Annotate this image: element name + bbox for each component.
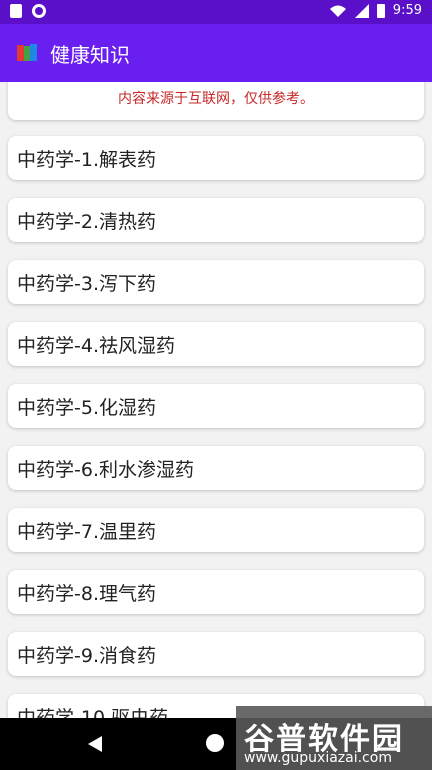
wifi-icon xyxy=(329,5,346,17)
home-button[interactable] xyxy=(206,734,224,752)
app-title: 健康知识 xyxy=(50,42,130,67)
list-item-7[interactable]: 中药学-7.温里药 xyxy=(8,508,424,552)
list-item-1[interactable]: 中药学-1.解表药 xyxy=(8,136,424,180)
list-item-label: 中药学-6.利水渗湿药 xyxy=(17,458,194,481)
list-item-label: 中药学-2.清热药 xyxy=(17,210,156,233)
book-icon xyxy=(17,44,37,61)
list-item-label: 中药学-9.消食药 xyxy=(17,644,156,667)
content-list[interactable]: 内容来源于互联网，仅供参考。 中药学-1.解表药 中药学-2.清热药 中药学-3… xyxy=(0,82,432,718)
source-notice: 内容来源于互联网，仅供参考。 xyxy=(118,91,314,107)
sd-card-icon xyxy=(10,4,22,18)
status-bar: 9:59 xyxy=(0,0,432,24)
watermark: 谷普软件园 www.gupuxiazai.com xyxy=(236,706,432,770)
list-item-2[interactable]: 中药学-2.清热药 xyxy=(8,198,424,242)
sync-icon xyxy=(32,4,46,18)
list-item-5[interactable]: 中药学-5.化湿药 xyxy=(8,384,424,428)
list-item-label: 中药学-8.理气药 xyxy=(17,582,156,605)
list-item-3[interactable]: 中药学-3.泻下药 xyxy=(8,260,424,304)
status-right: 9:59 xyxy=(329,3,422,18)
battery-icon xyxy=(376,3,385,18)
list-item-label: 中药学-4.祛风湿药 xyxy=(17,334,175,357)
list-item-label: 中药学-10.驱虫药 xyxy=(17,706,169,719)
list-item-8[interactable]: 中药学-8.理气药 xyxy=(8,570,424,614)
list-item-label: 中药学-1.解表药 xyxy=(17,148,156,171)
signal-icon xyxy=(354,3,369,18)
list-item-4[interactable]: 中药学-4.祛风湿药 xyxy=(8,322,424,366)
list-item-9[interactable]: 中药学-9.消食药 xyxy=(8,632,424,676)
list-item-label: 中药学-5.化湿药 xyxy=(17,396,156,419)
list-item-6[interactable]: 中药学-6.利水渗湿药 xyxy=(8,446,424,490)
watermark-url: www.gupuxiazai.com xyxy=(244,750,392,766)
status-left xyxy=(10,4,46,18)
status-time: 9:59 xyxy=(392,3,422,18)
list-item-label: 中药学-7.温里药 xyxy=(17,520,156,543)
app-bar: 健康知识 xyxy=(0,24,432,82)
back-button[interactable] xyxy=(88,736,102,752)
list-item-label: 中药学-3.泻下药 xyxy=(17,272,156,295)
